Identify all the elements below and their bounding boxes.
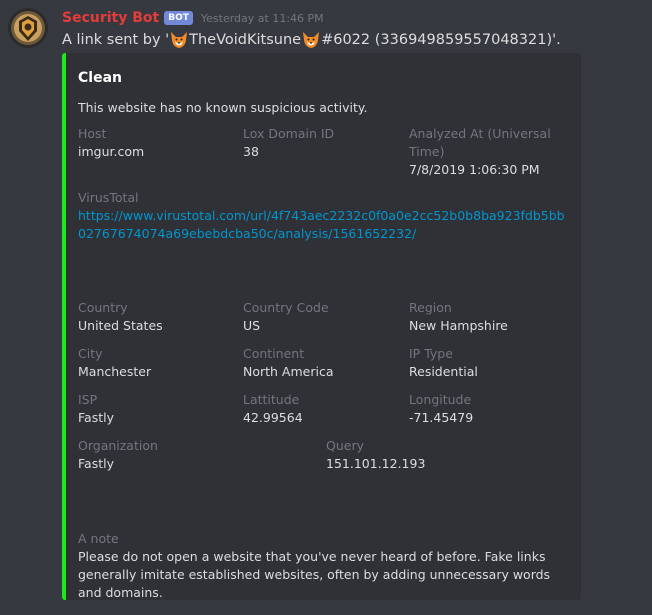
message-content: A link sent by ' TheVoidKitsune #6022 (3…	[62, 30, 561, 50]
field-longitude: Longitude -71.45479	[409, 391, 574, 427]
field-name: IP Type	[409, 346, 453, 361]
field-value: imgur.com	[78, 144, 145, 159]
field-name: A note	[78, 531, 119, 546]
timestamp[interactable]: Yesterday at 11:46 PM	[201, 12, 324, 25]
field-name: Organization	[78, 438, 158, 453]
content-suffix: #6022 (336949859557048321)'.	[321, 32, 561, 48]
field-country-code: Country Code US	[243, 299, 393, 335]
field-name: VirusTotal	[78, 190, 139, 205]
field-value: 42.99564	[243, 410, 303, 425]
field-name: Region	[409, 300, 452, 315]
field-virustotal: VirusTotal https://www.virustotal.com/ur…	[78, 189, 568, 243]
content-prefix: A link sent by '	[62, 32, 170, 48]
field-note: A note Please do not open a website that…	[78, 530, 573, 602]
field-query: Query 151.101.12.193	[326, 437, 526, 473]
field-name: Host	[78, 126, 107, 141]
field-value: Residential	[409, 364, 478, 379]
fox-emoji-icon	[169, 30, 189, 50]
bot-tag: BOT	[164, 11, 193, 25]
field-value: North America	[243, 364, 334, 379]
field-name: Query	[326, 438, 364, 453]
field-value: United States	[78, 318, 163, 333]
virustotal-link[interactable]: https://www.virustotal.com/url/4f743aec2…	[78, 207, 568, 243]
field-value: -71.45479	[409, 410, 474, 425]
field-country: Country United States	[78, 299, 228, 335]
username[interactable]: Security Bot	[62, 10, 159, 26]
field-name: City	[78, 346, 103, 361]
embed-description: This website has no known suspicious act…	[78, 100, 368, 115]
content-user-name: TheVoidKitsune	[189, 32, 302, 48]
field-organization: Organization Fastly	[78, 437, 278, 473]
field-name: Lox Domain ID	[243, 126, 335, 141]
field-value: Manchester	[78, 364, 152, 379]
field-name: Longitude	[409, 392, 472, 407]
field-latitude: Lattitude 42.99564	[243, 391, 393, 427]
field-value: New Hampshire	[409, 318, 508, 333]
field-host: Host imgur.com	[78, 125, 228, 161]
embed: Clean This website has no known suspicio…	[62, 53, 581, 600]
chat-message: Security Bot BOT Yesterday at 11:46 PM A…	[0, 0, 652, 615]
field-value: 151.101.12.193	[326, 456, 426, 471]
message-header: Security Bot BOT Yesterday at 11:46 PM	[62, 9, 324, 27]
field-name: Country	[78, 300, 128, 315]
field-value: 38	[243, 144, 259, 159]
field-name: Continent	[243, 346, 305, 361]
field-city: City Manchester	[78, 345, 228, 381]
field-value: Fastly	[78, 410, 114, 425]
field-region: Region New Hampshire	[409, 299, 574, 335]
fox-emoji-icon	[301, 30, 321, 50]
field-lox-domain-id: Lox Domain ID 38	[243, 125, 393, 161]
field-value: Please do not open a website that you've…	[78, 549, 551, 600]
bot-avatar-icon[interactable]	[8, 8, 48, 48]
field-value: Fastly	[78, 456, 114, 471]
field-continent: Continent North America	[243, 345, 393, 381]
field-value: 7/8/2019 1:06:30 PM	[409, 162, 540, 177]
field-ip-type: IP Type Residential	[409, 345, 574, 381]
field-name: Country Code	[243, 300, 329, 315]
field-analyzed-at: Analyzed At (Universal Time) 7/8/2019 1:…	[409, 125, 574, 179]
field-name: Analyzed At (Universal Time)	[409, 126, 551, 159]
field-isp: ISP Fastly	[78, 391, 228, 427]
field-name: Lattitude	[243, 392, 300, 407]
field-name: ISP	[78, 392, 98, 407]
embed-title: Clean	[78, 70, 122, 86]
field-value: US	[243, 318, 261, 333]
